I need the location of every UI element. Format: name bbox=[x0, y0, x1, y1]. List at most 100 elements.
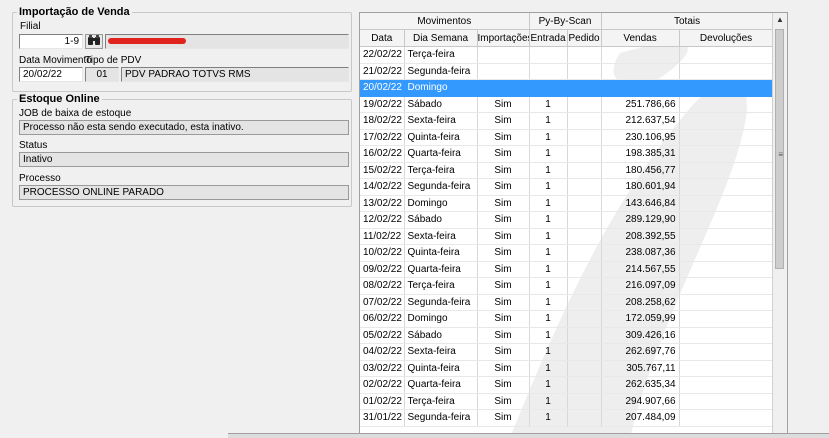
cell-entrada[interactable]: 1 bbox=[529, 310, 568, 328]
cell-importacoes[interactable]: Sim bbox=[477, 343, 530, 361]
cell-importacoes[interactable]: Sim bbox=[477, 112, 530, 130]
cell-pedido[interactable] bbox=[567, 178, 602, 196]
cell-entrada[interactable]: 1 bbox=[529, 228, 568, 245]
cell-devolucoes[interactable] bbox=[679, 327, 774, 344]
cell-data[interactable]: 19/02/22 bbox=[360, 96, 405, 113]
cell-importacoes[interactable] bbox=[477, 46, 530, 64]
filial-input[interactable]: 1-9 bbox=[19, 34, 83, 49]
cell-vendas[interactable]: 208.258,62 bbox=[601, 294, 680, 311]
cell-devolucoes[interactable] bbox=[679, 409, 774, 427]
table-row[interactable]: 19/02/22 Sábado Sim 1 251.786,66 bbox=[360, 96, 774, 113]
cell-devolucoes[interactable] bbox=[679, 277, 774, 295]
cell-pedido[interactable] bbox=[567, 145, 602, 163]
cell-entrada[interactable]: 1 bbox=[529, 112, 568, 130]
cell-dia-semana[interactable]: Quinta-feira bbox=[404, 360, 478, 377]
scroll-thumb[interactable] bbox=[775, 29, 784, 269]
col-header-importacoes[interactable]: Importações bbox=[477, 29, 530, 47]
cell-vendas[interactable]: 198.385,31 bbox=[601, 145, 680, 163]
table-row[interactable]: 20/02/22 Domingo bbox=[360, 79, 774, 97]
scroll-up-arrow-icon[interactable]: ▲ bbox=[773, 13, 787, 27]
table-row[interactable]: 01/02/22 Terça-feira Sim 1 294.907,66 bbox=[360, 393, 774, 410]
cell-dia-semana[interactable]: Domingo bbox=[404, 310, 478, 328]
cell-pedido[interactable] bbox=[567, 244, 602, 262]
horizontal-scrollbar[interactable] bbox=[228, 433, 829, 438]
table-row[interactable]: 15/02/22 Terça-feira Sim 1 180.456,77 bbox=[360, 162, 774, 179]
cell-data[interactable]: 08/02/22 bbox=[360, 277, 405, 295]
cell-dia-semana[interactable]: Terça-feira bbox=[404, 162, 478, 179]
cell-importacoes[interactable]: Sim bbox=[477, 228, 530, 245]
cell-dia-semana[interactable]: Sexta-feira bbox=[404, 112, 478, 130]
cell-dia-semana[interactable]: Quinta-feira bbox=[404, 129, 478, 146]
cell-entrada[interactable]: 1 bbox=[529, 393, 568, 410]
cell-data[interactable]: 17/02/22 bbox=[360, 129, 405, 146]
cell-data[interactable]: 02/02/22 bbox=[360, 376, 405, 394]
cell-entrada[interactable] bbox=[529, 46, 568, 64]
cell-entrada[interactable]: 1 bbox=[529, 96, 568, 113]
cell-importacoes[interactable] bbox=[477, 63, 530, 80]
col-header-data[interactable]: Data bbox=[360, 29, 405, 47]
cell-dia-semana[interactable]: Sábado bbox=[404, 96, 478, 113]
cell-devolucoes[interactable] bbox=[679, 145, 774, 163]
cell-devolucoes[interactable] bbox=[679, 162, 774, 179]
cell-vendas[interactable]: 180.456,77 bbox=[601, 162, 680, 179]
cell-devolucoes[interactable] bbox=[679, 376, 774, 394]
cell-importacoes[interactable] bbox=[477, 79, 530, 97]
cell-entrada[interactable]: 1 bbox=[529, 277, 568, 295]
cell-entrada[interactable]: 1 bbox=[529, 178, 568, 196]
table-row[interactable]: 07/02/22 Segunda-feira Sim 1 208.258,62 bbox=[360, 294, 774, 311]
cell-data[interactable]: 31/01/22 bbox=[360, 409, 405, 427]
cell-entrada[interactable]: 1 bbox=[529, 129, 568, 146]
cell-dia-semana[interactable]: Sábado bbox=[404, 211, 478, 229]
table-row[interactable]: 02/02/22 Quarta-feira Sim 1 262.635,34 bbox=[360, 376, 774, 394]
cell-data[interactable]: 10/02/22 bbox=[360, 244, 405, 262]
table-row[interactable]: 14/02/22 Segunda-feira Sim 1 180.601,94 bbox=[360, 178, 774, 196]
cell-entrada[interactable]: 1 bbox=[529, 360, 568, 377]
cell-entrada[interactable]: 1 bbox=[529, 261, 568, 278]
cell-importacoes[interactable]: Sim bbox=[477, 327, 530, 344]
cell-devolucoes[interactable] bbox=[679, 310, 774, 328]
col-header-dia-semana[interactable]: Dia Semana bbox=[404, 29, 478, 47]
cell-importacoes[interactable]: Sim bbox=[477, 178, 530, 196]
cell-vendas[interactable] bbox=[601, 79, 680, 97]
col-header-devolucoes[interactable]: Devoluções bbox=[679, 29, 774, 47]
cell-dia-semana[interactable]: Quinta-feira bbox=[404, 244, 478, 262]
cell-devolucoes[interactable] bbox=[679, 79, 774, 97]
cell-entrada[interactable]: 1 bbox=[529, 162, 568, 179]
group-header-pybyscan[interactable]: Py-By-Scan bbox=[529, 13, 602, 30]
cell-devolucoes[interactable] bbox=[679, 63, 774, 80]
cell-pedido[interactable] bbox=[567, 343, 602, 361]
cell-vendas[interactable]: 262.697,76 bbox=[601, 343, 680, 361]
cell-vendas[interactable]: 251.786,66 bbox=[601, 96, 680, 113]
cell-vendas[interactable]: 207.484,09 bbox=[601, 409, 680, 427]
cell-data[interactable]: 21/02/22 bbox=[360, 63, 405, 80]
cell-data[interactable]: 07/02/22 bbox=[360, 294, 405, 311]
table-row[interactable]: 13/02/22 Domingo Sim 1 143.646,84 bbox=[360, 195, 774, 212]
data-movimento-input[interactable]: 20/02/22 bbox=[19, 67, 83, 82]
cell-data[interactable]: 11/02/22 bbox=[360, 228, 405, 245]
cell-devolucoes[interactable] bbox=[679, 211, 774, 229]
cell-vendas[interactable]: 305.767,11 bbox=[601, 360, 680, 377]
vertical-scrollbar[interactable]: ▲ ≡ bbox=[772, 13, 787, 436]
cell-devolucoes[interactable] bbox=[679, 393, 774, 410]
cell-devolucoes[interactable] bbox=[679, 244, 774, 262]
cell-data[interactable]: 15/02/22 bbox=[360, 162, 405, 179]
cell-devolucoes[interactable] bbox=[679, 294, 774, 311]
cell-dia-semana[interactable]: Quarta-feira bbox=[404, 261, 478, 278]
cell-vendas[interactable]: 309.426,16 bbox=[601, 327, 680, 344]
cell-vendas[interactable] bbox=[601, 46, 680, 64]
cell-entrada[interactable] bbox=[529, 63, 568, 80]
cell-entrada[interactable]: 1 bbox=[529, 409, 568, 427]
cell-devolucoes[interactable] bbox=[679, 129, 774, 146]
cell-pedido[interactable] bbox=[567, 393, 602, 410]
cell-importacoes[interactable]: Sim bbox=[477, 195, 530, 212]
col-header-entrada[interactable]: Entrada bbox=[529, 29, 568, 47]
cell-pedido[interactable] bbox=[567, 63, 602, 80]
cell-importacoes[interactable]: Sim bbox=[477, 162, 530, 179]
cell-dia-semana[interactable]: Sábado bbox=[404, 327, 478, 344]
cell-pedido[interactable] bbox=[567, 162, 602, 179]
cell-data[interactable]: 12/02/22 bbox=[360, 211, 405, 229]
cell-dia-semana[interactable]: Quarta-feira bbox=[404, 376, 478, 394]
cell-pedido[interactable] bbox=[567, 96, 602, 113]
cell-vendas[interactable]: 172.059,99 bbox=[601, 310, 680, 328]
table-row[interactable]: 11/02/22 Sexta-feira Sim 1 208.392,55 bbox=[360, 228, 774, 245]
